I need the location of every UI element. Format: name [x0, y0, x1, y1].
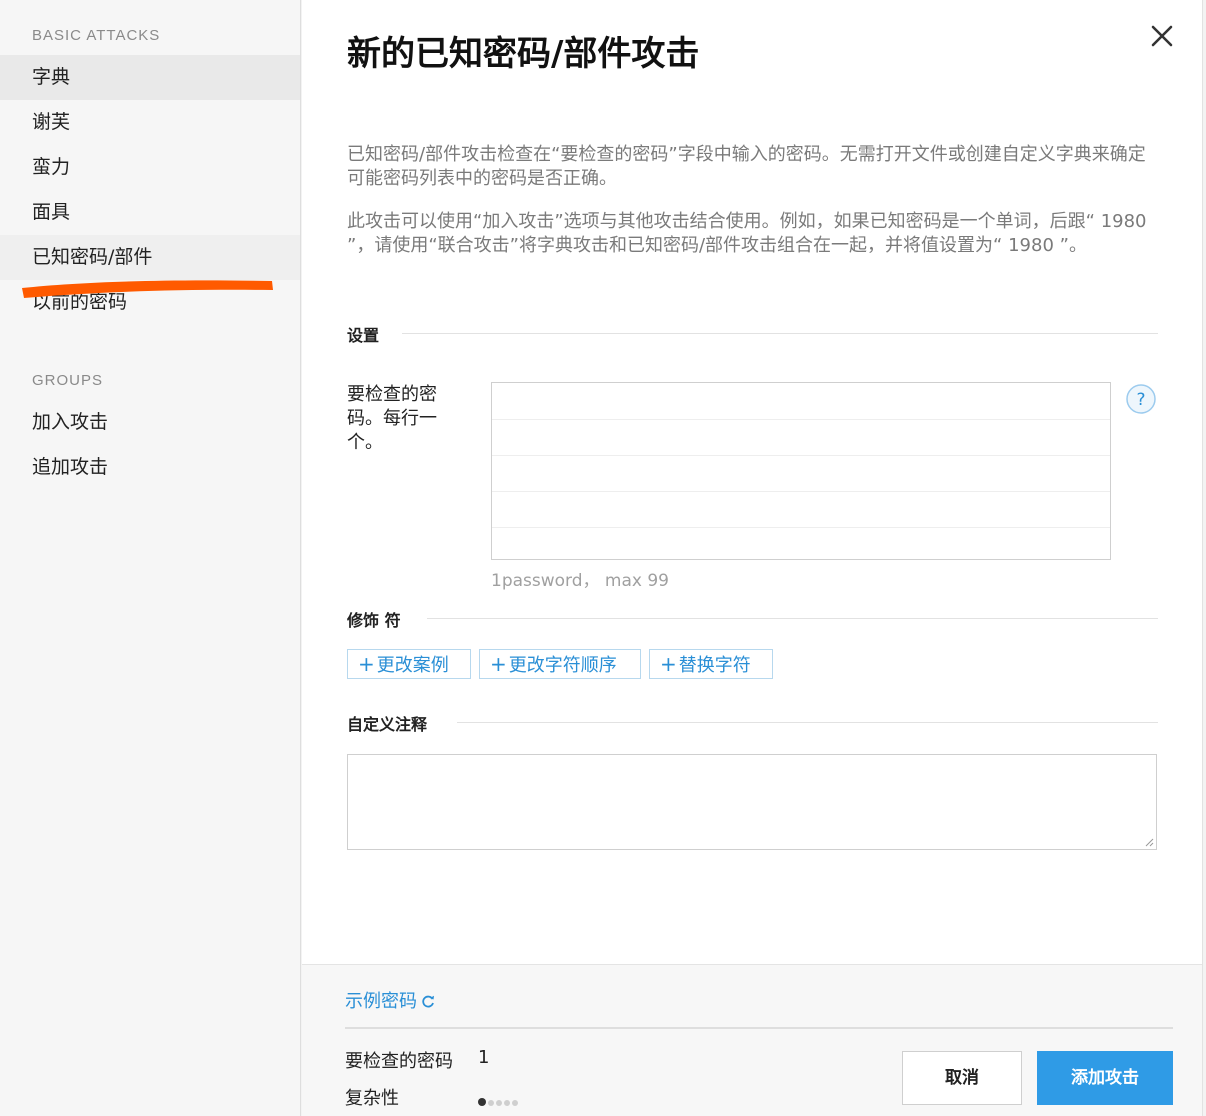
- sidebar-item-brute-force[interactable]: 蛮力: [0, 145, 300, 190]
- settings-section-label: 设置: [347, 326, 380, 345]
- add-attack-button[interactable]: 添加攻击: [1037, 1051, 1173, 1105]
- passwords-to-check-input[interactable]: [491, 382, 1111, 560]
- dialog-title: 新的已知密码/部件攻击: [347, 34, 700, 74]
- modifiers-divider: [427, 618, 1158, 619]
- replace-chars-button[interactable]: + 替换字符: [649, 649, 773, 679]
- complexity-dot: [488, 1100, 494, 1106]
- new-attack-dialog: 新的已知密码/部件攻击 已知密码/部件攻击检查在“要检查的密码”字段中输入的密码…: [302, 0, 1203, 1116]
- plus-icon: +: [660, 652, 677, 676]
- button-label: 更改案例: [376, 655, 449, 676]
- sidebar-item-label: 追加攻击: [32, 456, 109, 478]
- change-char-order-button[interactable]: + 更改字符顺序: [479, 649, 641, 679]
- resize-grip-icon[interactable]: [1144, 837, 1154, 847]
- complexity-indicator: [478, 1091, 520, 1110]
- sidebar-item-append-attack[interactable]: 追加攻击: [0, 445, 300, 490]
- cancel-button[interactable]: 取消: [902, 1051, 1022, 1105]
- sidebar-item-label: 蛮力: [32, 156, 71, 178]
- sidebar-item-label: 谢芙: [32, 111, 71, 133]
- footer-divider: [345, 1027, 1173, 1029]
- button-label: 更改字符顺序: [508, 655, 617, 676]
- complexity-dot: [496, 1100, 502, 1106]
- sidebar-item-label: 字典: [32, 66, 71, 88]
- sidebar-item-dictionary[interactable]: 字典: [0, 55, 300, 100]
- help-glyph: ?: [1136, 390, 1145, 410]
- complexity-label: 复杂性: [345, 1088, 399, 1109]
- passwords-hint: 1password， max 99: [491, 571, 670, 591]
- custom-comment-input[interactable]: [347, 754, 1157, 850]
- sidebar-item-mask[interactable]: 面具: [0, 190, 300, 235]
- refresh-icon[interactable]: [420, 994, 436, 1010]
- passwords-to-check-label: 要检查的密码: [345, 1051, 453, 1072]
- comment-section-label: 自定义注释: [347, 715, 428, 734]
- help-icon[interactable]: ?: [1125, 383, 1157, 415]
- button-label: 替换字符: [678, 655, 751, 676]
- app-window: BASIC ATTACKS 字典 谢芙 蛮力 面具 已知密码/部件 以前的密码 …: [0, 0, 1206, 1116]
- dialog-footer: 示例密码 要检查的密码 1 复杂性 取消 添加攻击: [302, 964, 1202, 1116]
- settings-divider: [402, 333, 1158, 334]
- sidebar-item-known-password[interactable]: 已知密码/部件: [0, 235, 300, 280]
- textarea-row-line: [492, 527, 1110, 528]
- textarea-row-line: [492, 455, 1110, 456]
- textarea-row-line: [492, 419, 1110, 420]
- passwords-to-check-value: 1: [478, 1047, 490, 1068]
- sidebar-item-xiefu[interactable]: 谢芙: [0, 100, 300, 145]
- basic-attacks-heading: BASIC ATTACKS: [32, 27, 161, 44]
- groups-heading: GROUPS: [32, 372, 104, 389]
- sidebar-item-label: 加入攻击: [32, 411, 109, 433]
- sidebar-item-label: 已知密码/部件: [32, 246, 153, 268]
- sidebar-item-join-attack[interactable]: 加入攻击: [0, 400, 300, 445]
- comment-divider: [457, 722, 1158, 723]
- sample-passwords-label: 示例密码: [345, 991, 417, 1012]
- attack-type-sidebar: BASIC ATTACKS 字典 谢芙 蛮力 面具 已知密码/部件 以前的密码 …: [0, 0, 301, 1116]
- textarea-row-line: [492, 491, 1110, 492]
- sidebar-item-label: 以前的密码: [32, 291, 128, 313]
- close-icon[interactable]: [1144, 18, 1180, 54]
- change-case-button[interactable]: + 更改案例: [347, 649, 471, 679]
- complexity-dot: [504, 1100, 510, 1106]
- sample-passwords-link[interactable]: 示例密码: [345, 987, 436, 1013]
- sidebar-item-label: 面具: [32, 201, 71, 223]
- passwords-field-label: 要检查的密码。每行一个。: [347, 384, 437, 453]
- plus-icon: +: [490, 652, 507, 676]
- sidebar-item-previous-passwords[interactable]: 以前的密码: [0, 280, 300, 325]
- description-paragraph-2: 此攻击可以使用“加入攻击”选项与其他攻击结合使用。例如，如果已知密码是一个单词，…: [347, 211, 1147, 256]
- complexity-dot: [512, 1100, 518, 1106]
- description-paragraph-1: 已知密码/部件攻击检查在“要检查的密码”字段中输入的密码。无需打开文件或创建自定…: [347, 144, 1146, 189]
- complexity-dot: [478, 1098, 486, 1106]
- plus-icon: +: [358, 652, 375, 676]
- modifiers-section-label: 修饰 符: [347, 611, 401, 630]
